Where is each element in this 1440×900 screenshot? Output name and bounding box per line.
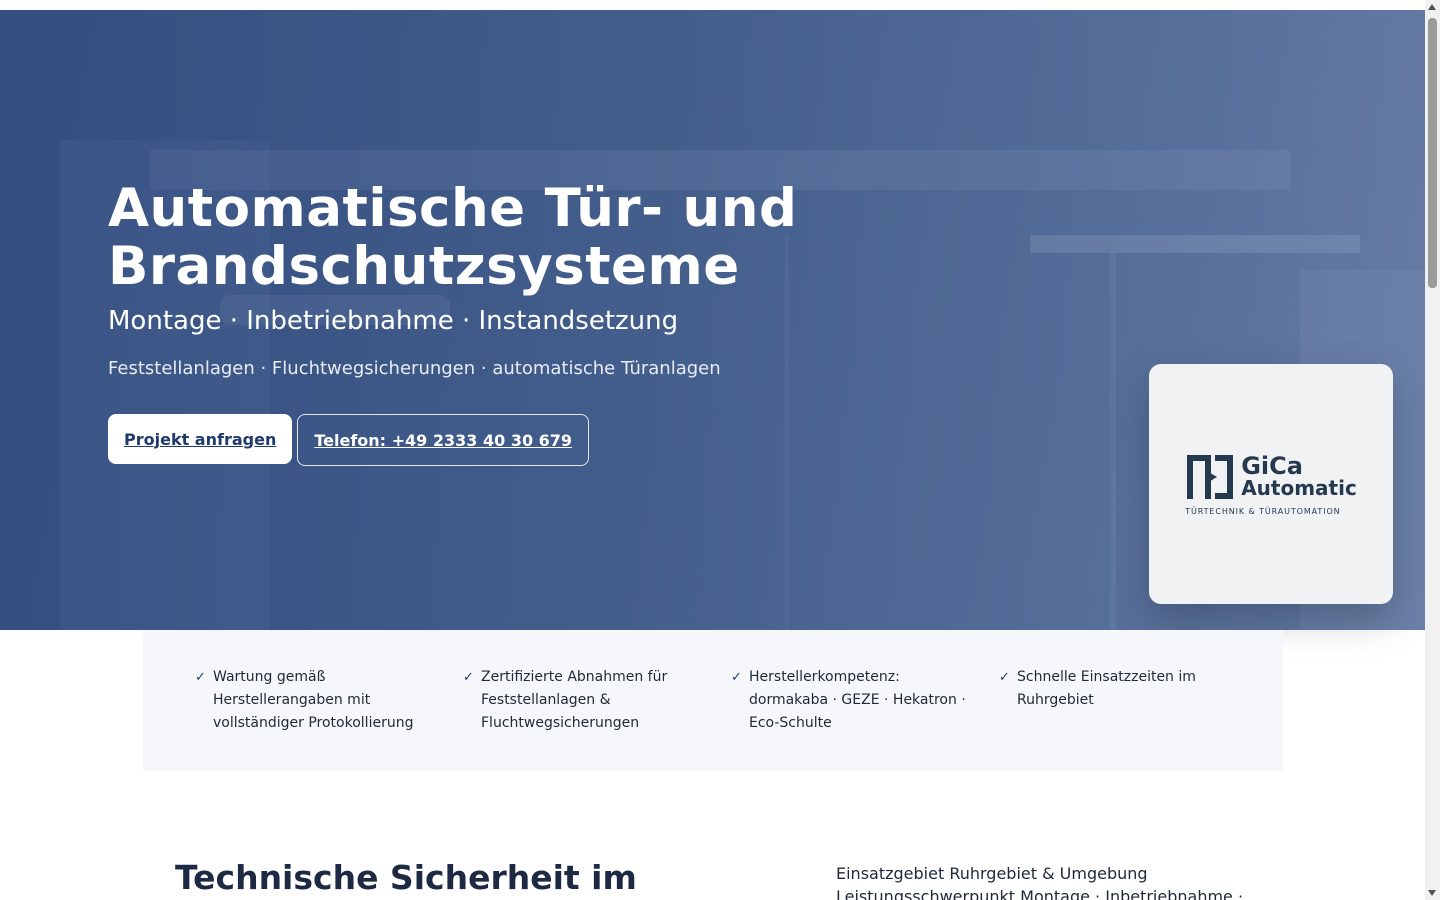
hero-content: Automatische Tür- und Brandschutzsysteme… xyxy=(108,180,1008,466)
hero-tagline: Feststellanlagen · Fluchtwegsicherungen … xyxy=(108,358,721,379)
vertical-scrollbar[interactable] xyxy=(1425,0,1440,900)
hero-actions: Projekt anfragen Telefon: +49 2333 40 30… xyxy=(108,414,1008,466)
company-logo: GiCa Automatic TÜRTECHNIK & TÜRAUTOMATIO… xyxy=(1185,453,1357,516)
feature-text: Herstellerkompetenz: dormakaba · GEZE · … xyxy=(749,669,966,731)
hero-title-line1: Automatische Tür- und xyxy=(108,178,798,239)
door-logo-icon xyxy=(1187,454,1234,499)
section-title: Technische Sicherheit im xyxy=(175,858,637,897)
logo-tagline: TÜRTECHNIK & TÜRAUTOMATION xyxy=(1185,506,1341,516)
check-icon: ✓ xyxy=(195,670,206,685)
logo-name-line2: Automatic xyxy=(1241,475,1357,500)
info-item-focus: Leistungsschwerpunkt Montage · Inbetrieb… xyxy=(836,887,1244,900)
feature-item: ✓ Wartung gemäß Herstellerangaben mit vo… xyxy=(195,666,463,771)
feature-item: ✓ Schnelle Einsatzzeiten im Ruhrgebiet xyxy=(999,666,1267,771)
scrollbar-thumb[interactable] xyxy=(1428,18,1437,288)
logo-card: GiCa Automatic TÜRTECHNIK & TÜRAUTOMATIO… xyxy=(1149,364,1393,604)
top-strip xyxy=(0,0,1425,10)
check-icon: ✓ xyxy=(731,670,742,685)
info-list: Einsatzgebiet Ruhrgebiet & Umgebung Leis… xyxy=(836,862,1256,900)
feature-text: Wartung gemäß Herstellerangaben mit voll… xyxy=(213,669,414,731)
feature-text: Zertifizierte Abnahmen für Feststellanla… xyxy=(481,669,668,731)
check-icon: ✓ xyxy=(999,670,1010,685)
feature-text: Schnelle Einsatzzeiten im Ruhrgebiet xyxy=(1017,669,1196,708)
feature-item: ✓ Zertifizierte Abnahmen für Feststellan… xyxy=(463,666,731,771)
phone-button[interactable]: Telefon: +49 2333 40 30 679 xyxy=(297,414,590,466)
scroll-down-arrow-icon[interactable] xyxy=(1428,890,1436,896)
hero-title-line2: Brandschutzsysteme xyxy=(108,236,740,297)
scroll-up-arrow-icon[interactable] xyxy=(1428,4,1436,10)
hero-subtitle: Montage · Inbetriebnahme · Instandsetzun… xyxy=(108,306,679,336)
hero-title: Automatische Tür- und Brandschutzsysteme xyxy=(108,180,1008,296)
feature-item: ✓ Herstellerkompetenz: dormakaba · GEZE … xyxy=(731,666,999,771)
check-icon: ✓ xyxy=(463,670,474,685)
features-bar: ✓ Wartung gemäß Herstellerangaben mit vo… xyxy=(143,630,1283,771)
logo-name-line1: GiCa xyxy=(1241,451,1303,480)
info-item-area: Einsatzgebiet Ruhrgebiet & Umgebung xyxy=(836,864,1148,883)
project-request-button[interactable]: Projekt anfragen xyxy=(108,414,293,464)
